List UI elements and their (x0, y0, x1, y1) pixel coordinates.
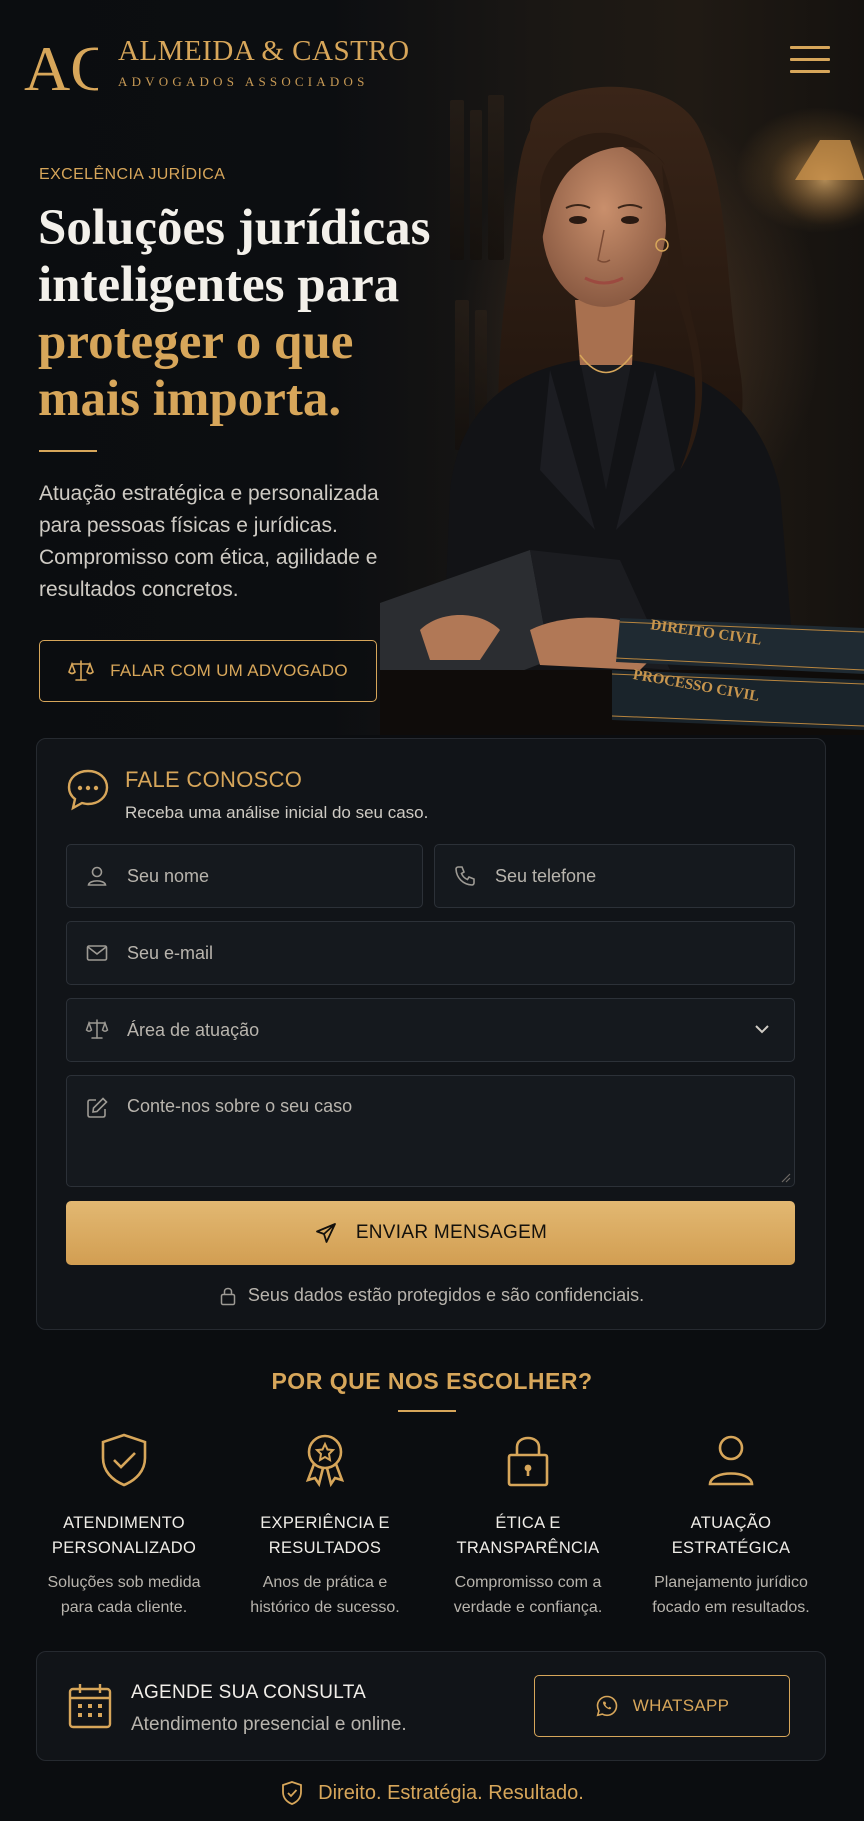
user-icon (708, 1435, 754, 1486)
feature-item: EXPERIÊNCIA E RESULTADOS Anos de prática … (220, 1430, 430, 1620)
feature-title: TRANSPARÊNCIA (456, 1539, 600, 1557)
user-icon (87, 866, 107, 886)
privacy-text: Seus dados estão protegidos e são confid… (247, 1285, 645, 1305)
feature-description: Compromisso com a (454, 1574, 602, 1591)
why-section-title: POR QUE NOS ESCOLHER? (271, 1368, 593, 1394)
form-subtitle: Receba uma análise inicial do seu caso. (125, 803, 429, 822)
send-paper-plane-icon (315, 1223, 336, 1243)
email-input[interactable]: Seu e-mail (66, 921, 795, 985)
svg-text:AC: AC (24, 33, 98, 96)
why-divider (398, 1410, 456, 1412)
headline-highlight: proteger o que (38, 314, 354, 370)
monogram-logo: AC (24, 33, 98, 96)
whatsapp-icon (596, 1695, 618, 1717)
feature-item: ATUAÇÃO ESTRATÉGICA Planejamento jurídico… (626, 1430, 836, 1620)
brand-logo[interactable]: AC ALMEIDA & CASTRO ADVOGADOS ASSOCIADOS (22, 30, 410, 96)
padlock-icon (507, 1436, 549, 1487)
message-textarea[interactable]: Conte-nos sobre o seu caso (66, 1075, 795, 1187)
feature-item: ATENDIMENTO PERSONALIZADO Soluções sob me… (19, 1430, 229, 1620)
email-placeholder: Seu e-mail (127, 942, 214, 963)
feature-item: ÉTICA E TRANSPARÊNCIA Compromisso com a ve… (423, 1430, 633, 1620)
tagline-text: Direito. Estratégia. Resultado. (318, 1781, 584, 1804)
scales-icon (68, 660, 95, 681)
footer-tagline: Direito. Estratégia. Resultado. (0, 1780, 864, 1806)
whatsapp-button[interactable]: WHATSAPP (534, 1675, 790, 1737)
law-books-image (612, 618, 864, 730)
headline-highlight: mais importa. (38, 371, 342, 427)
name-placeholder: Seu nome (127, 865, 210, 886)
contact-form-card: FALE CONOSCO Receba uma análise inicial … (36, 738, 826, 1330)
award-ribbon-icon (305, 1434, 345, 1488)
schedule-title: AGENDE SUA CONSULTA (131, 1682, 367, 1703)
brand-subtitle: ADVOGADOS ASSOCIADOS (118, 73, 369, 89)
cta-label: FALAR COM UM ADVOGADO (110, 661, 348, 680)
calendar-icon (68, 1684, 112, 1729)
feature-description: histórico de sucesso. (250, 1599, 400, 1616)
name-input[interactable]: Seu nome (66, 844, 423, 908)
feature-description: verdade e confiança. (453, 1599, 603, 1616)
feature-title: ATENDIMENTO (63, 1514, 185, 1532)
whatsapp-label: WHATSAPP (632, 1696, 730, 1715)
feature-title: ÉTICA E (495, 1514, 561, 1532)
feature-title: ESTRATÉGICA (671, 1539, 791, 1557)
hamburger-menu-icon[interactable] (790, 46, 830, 78)
feature-title: RESULTADOS (268, 1539, 382, 1557)
phone-icon (455, 866, 475, 886)
submit-label: ENVIAR MENSAGEM (355, 1222, 548, 1243)
hero-eyebrow: EXCELÊNCIA JURÍDICA (39, 166, 226, 183)
feature-description: Planejamento jurídico (654, 1574, 808, 1591)
headline-line: Soluções jurídicas (38, 200, 431, 256)
top-navigation: AC ALMEIDA & CASTRO ADVOGADOS ASSOCIADOS (0, 0, 864, 110)
area-placeholder: Área de atuação (127, 1019, 260, 1040)
feature-title: PERSONALIZADO (51, 1539, 197, 1557)
phone-input[interactable]: Seu telefone (434, 844, 795, 908)
practice-area-select[interactable]: Área de atuação (66, 998, 795, 1062)
schedule-subtitle: Atendimento presencial e online. (131, 1714, 407, 1735)
lock-icon (220, 1287, 236, 1305)
feature-description: Anos de prática e (262, 1574, 388, 1591)
scales-icon (85, 1019, 109, 1039)
edit-pencil-icon (87, 1097, 108, 1118)
privacy-note: Seus dados estão protegidos e são confid… (37, 1285, 827, 1306)
feature-description: Soluções sob medida (47, 1574, 201, 1591)
envelope-icon (86, 945, 108, 961)
chat-bubble-icon (67, 769, 109, 811)
resize-handle-icon[interactable] (779, 1171, 791, 1183)
send-message-button[interactable]: ENVIAR MENSAGEM (66, 1201, 795, 1265)
headline-line: inteligentes para (38, 257, 400, 313)
headline-divider (39, 450, 97, 452)
feature-title: ATUAÇÃO (690, 1514, 772, 1532)
chevron-down-icon (755, 1025, 769, 1034)
feature-description: focado em resultados. (652, 1599, 810, 1616)
feature-description: para cada cliente. (60, 1599, 188, 1616)
hero-section: DIREITO CIVIL PROCESSO CIVIL AC ALMEIDA … (0, 0, 864, 735)
brand-name: ALMEIDA & CASTRO (118, 34, 410, 67)
talk-to-lawyer-button[interactable]: FALAR COM UM ADVOGADO (39, 640, 377, 702)
schedule-consultation-card: AGENDE SUA CONSULTA Atendimento presenci… (36, 1651, 826, 1761)
hero-headline: Soluções jurídicas inteligentes para pro… (38, 200, 458, 428)
shield-check-icon (282, 1781, 303, 1805)
phone-placeholder: Seu telefone (495, 865, 597, 886)
hero-lead-text: Atuação estratégica e personalizada para… (39, 482, 379, 601)
form-title: FALE CONOSCO (125, 767, 303, 792)
feature-title: EXPERIÊNCIA E (260, 1514, 390, 1532)
shield-check-icon (101, 1433, 147, 1487)
message-placeholder: Conte-nos sobre o seu caso (127, 1096, 353, 1116)
